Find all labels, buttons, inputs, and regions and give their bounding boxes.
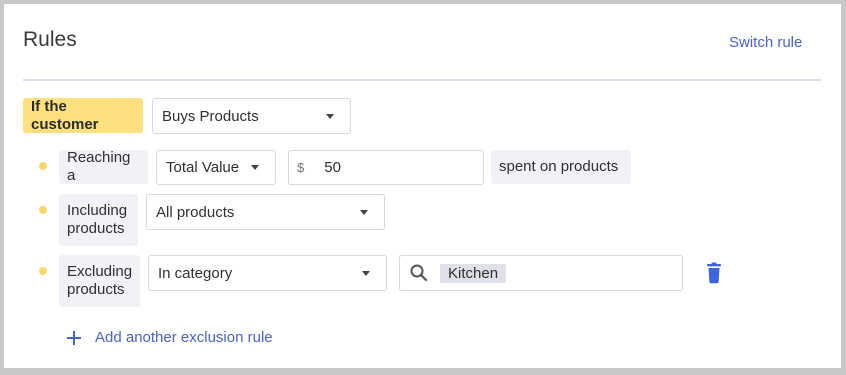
chevron-down-icon xyxy=(362,271,370,276)
switch-rule-link[interactable]: Switch rule xyxy=(729,34,802,51)
rule-bullet xyxy=(39,162,47,170)
rule-bullet xyxy=(39,206,47,214)
page-title: Rules xyxy=(23,28,77,51)
rule-select[interactable]: Total Value xyxy=(156,150,276,185)
rule-label-text: Reaching a xyxy=(67,149,131,184)
plus-icon xyxy=(66,330,82,346)
rule-select[interactable]: In category xyxy=(148,255,387,291)
condition-select[interactable]: Buys Products xyxy=(152,98,351,134)
amount-value: 50 xyxy=(324,159,341,176)
rule-select[interactable]: All products xyxy=(146,194,385,230)
condition-label: If the customer xyxy=(23,98,143,133)
rule-suffix-text: spent on products xyxy=(499,158,619,175)
rule-select-value: In category xyxy=(158,264,233,282)
condition-label-text: If the customer xyxy=(31,97,99,133)
chevron-down-icon xyxy=(251,165,259,170)
rule-label: Including products xyxy=(59,194,138,246)
chevron-down-icon xyxy=(360,210,368,215)
amount-input[interactable]: $ 50 xyxy=(288,150,484,185)
rule-label-text: Including products xyxy=(67,202,128,237)
add-exclusion-rule-button[interactable]: Add another exclusion rule xyxy=(66,329,273,346)
rules-card: Rules Switch rule If the customer Buys P… xyxy=(4,4,841,368)
rule-bullet xyxy=(39,267,47,275)
rule-label: Excluding products xyxy=(59,255,140,307)
rule-select-value: Total Value xyxy=(166,159,240,176)
condition-select-value: Buys Products xyxy=(162,107,259,125)
currency-symbol: $ xyxy=(297,160,305,175)
chevron-down-icon xyxy=(326,114,334,119)
rule-suffix: spent on products xyxy=(491,150,631,184)
divider xyxy=(23,79,821,81)
delete-button[interactable] xyxy=(704,262,724,284)
trash-icon xyxy=(704,262,724,288)
search-icon xyxy=(409,263,429,283)
rule-label-text: Excluding products xyxy=(67,263,133,298)
category-search-input[interactable]: Kitchen xyxy=(399,255,683,291)
rule-label: Reaching a xyxy=(59,149,148,184)
category-chip[interactable]: Kitchen xyxy=(440,263,507,283)
rule-select-value: All products xyxy=(156,203,235,221)
add-exclusion-label: Add another exclusion rule xyxy=(95,329,273,346)
